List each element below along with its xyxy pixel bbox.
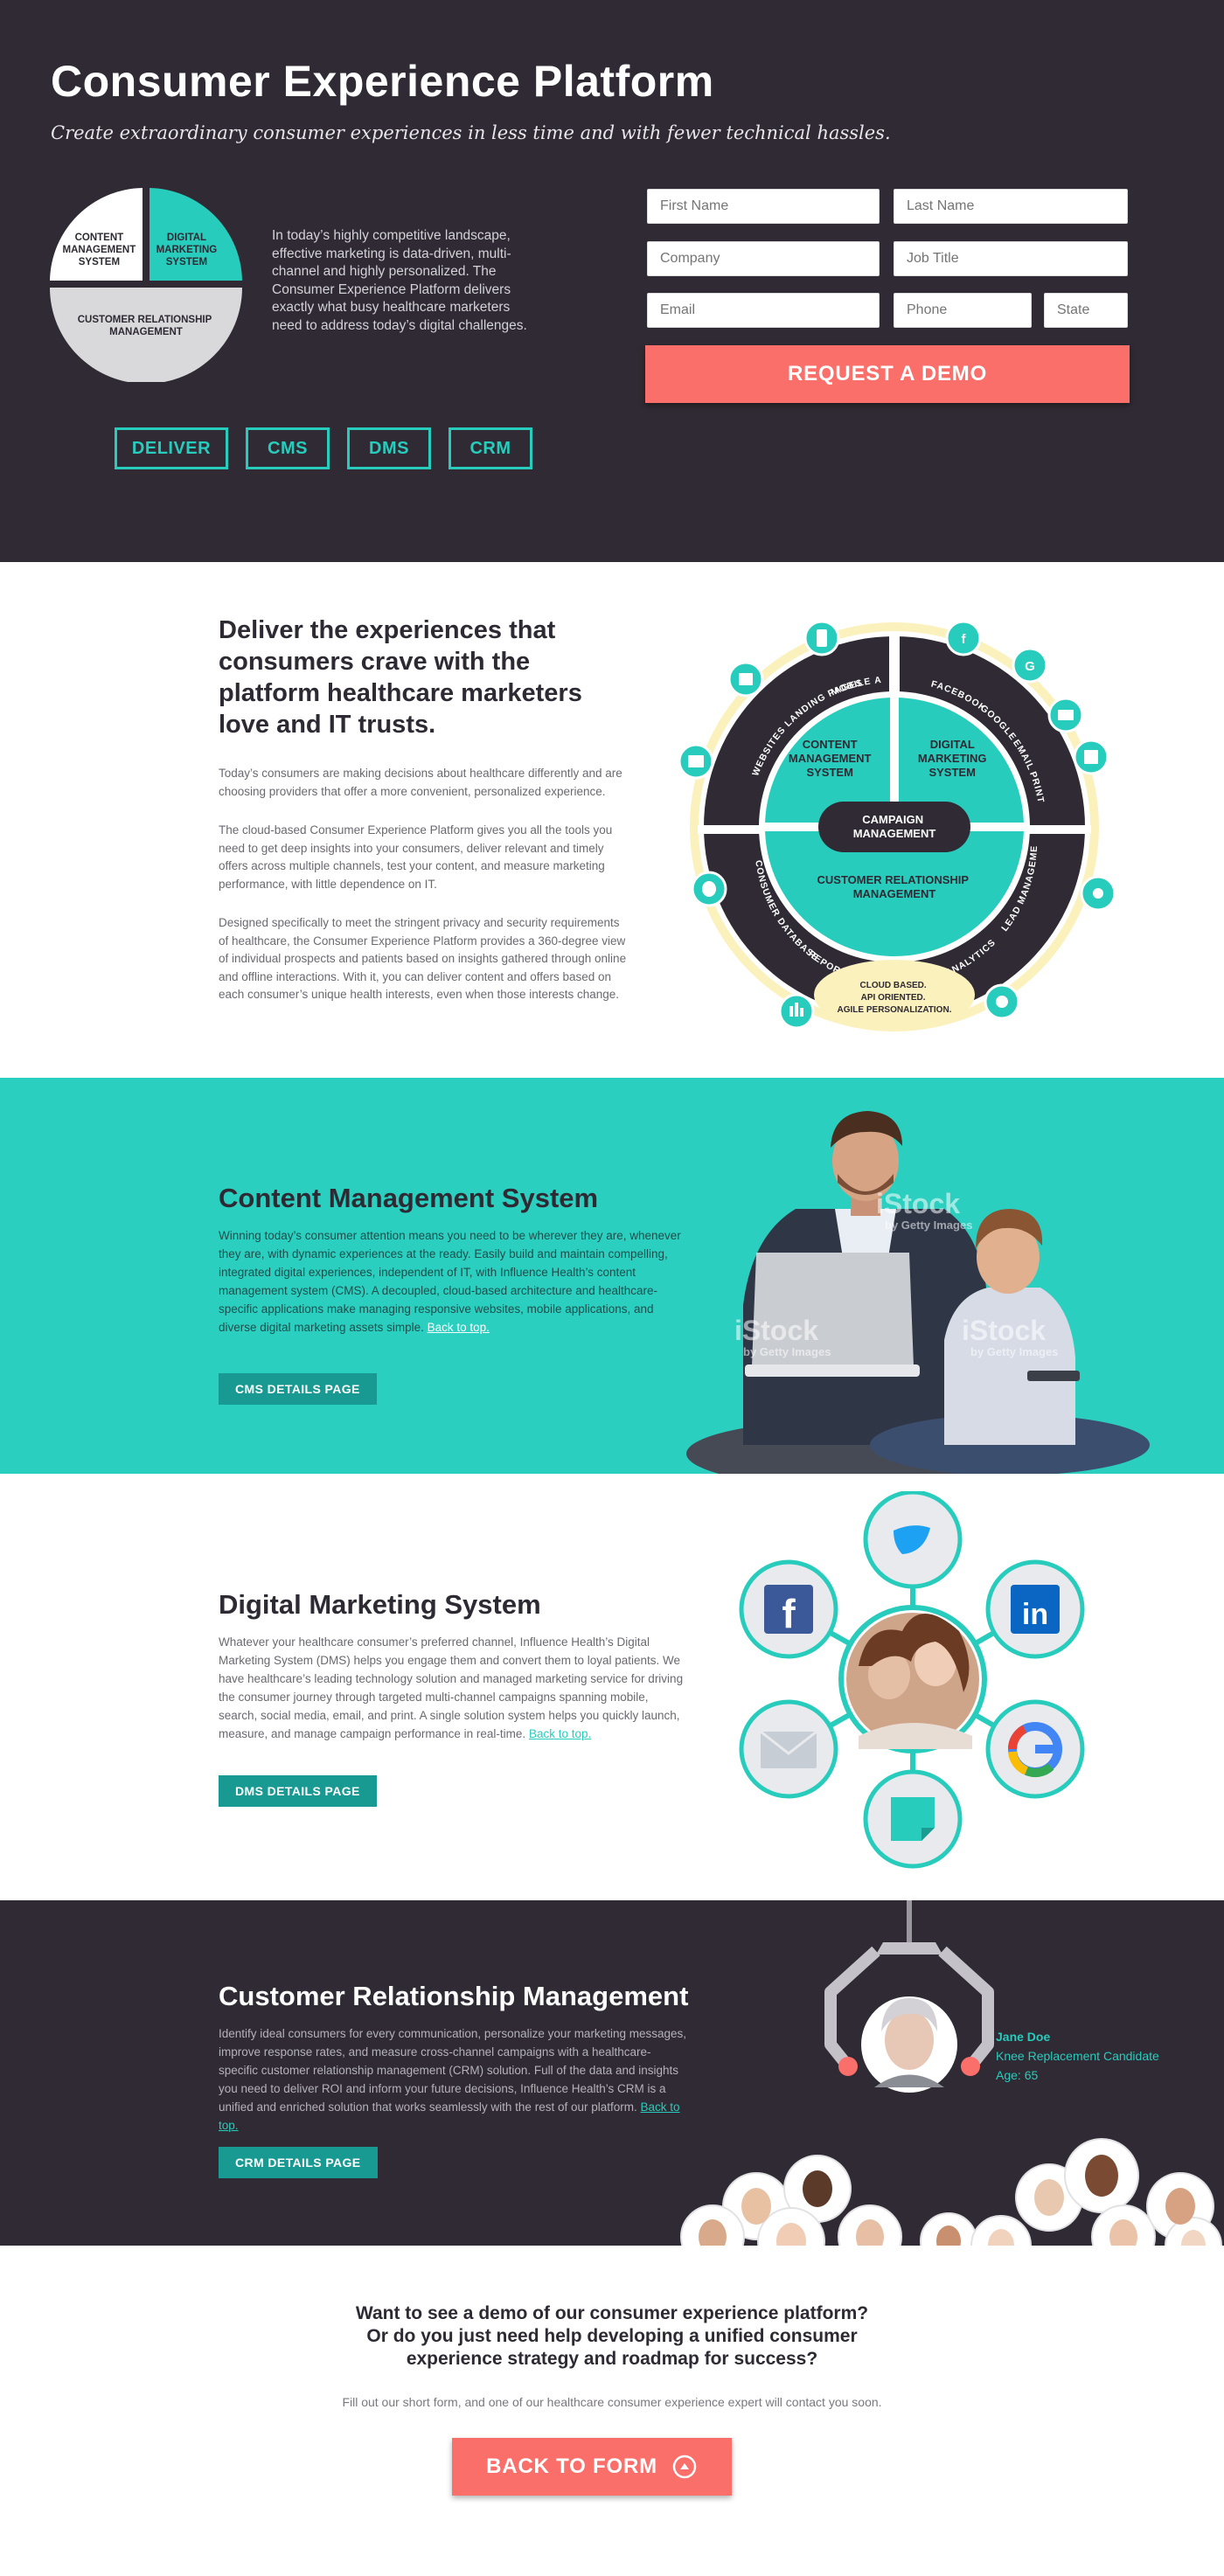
last-name-input[interactable]	[894, 189, 1128, 224]
pie-cms-label-2: MANAGEMENT	[63, 245, 136, 255]
crm-text: Identify ideal consumers for every commu…	[219, 2027, 686, 2114]
pie-dms-label-2: MARKETING	[156, 245, 218, 255]
pie-dms-label-3: SYSTEM	[166, 257, 207, 267]
deliver-paragraph-2: The cloud-based Consumer Experience Plat…	[219, 823, 613, 891]
hero-subtitle: Create extraordinary consumer experience…	[51, 122, 891, 143]
dms-channel-hub-diagram: f in	[739, 1491, 1085, 1869]
section-nav: DELIVER CMS DMS CRM	[115, 427, 532, 469]
crm-details-button[interactable]: CRM DETAILS PAGE	[219, 2147, 378, 2178]
hero-description: In today’s highly competitive landscape,…	[272, 228, 527, 333]
arrow-up-circle-icon	[672, 2454, 697, 2479]
pie-cms-label-3: SYSTEM	[79, 257, 120, 267]
profile-condition: Knee Replacement Candidate	[996, 2049, 1159, 2063]
dms-section: Digital Marketing System Whatever your h…	[0, 1474, 1224, 1900]
hero-section: Consumer Experience Platform Create extr…	[0, 0, 1224, 562]
pie-cms-label-1: CONTENT	[75, 233, 124, 243]
istock-watermark: iStock	[734, 1315, 818, 1346]
dms-back-to-top-link[interactable]: Back to top.	[529, 1727, 591, 1740]
cta-description: Fill out our short form, and one of our …	[342, 2395, 882, 2409]
svg-text:iStock: iStock	[962, 1315, 1046, 1346]
cms-section: Content Management System Winning today’…	[0, 1078, 1224, 1474]
first-name-input[interactable]	[647, 189, 880, 224]
cms-text: Winning today’s consumer attention means…	[219, 1229, 681, 1334]
platform-pie-chart: CONTENT MANAGEMENT SYSTEM DIGITAL MARKET…	[50, 188, 242, 382]
deliver-heading: Deliver the experiences that consumers c…	[219, 616, 582, 739]
back-to-form-label: BACK TO FORM	[486, 2454, 657, 2478]
pie-crm-label-1: CUSTOMER RELATIONSHIP	[78, 315, 212, 325]
pill-crm[interactable]: CRM	[449, 427, 532, 469]
cta-heading-line-1: Want to see a demo of our consumer exper…	[355, 2303, 869, 2323]
svg-text:by Getty Images: by Getty Images	[970, 1345, 1058, 1358]
deliver-paragraph-1: Today’s consumers are making decisions a…	[219, 767, 622, 798]
cta-heading-line-3: experience strategy and roadmap for succ…	[406, 2349, 818, 2369]
cms-details-button[interactable]: CMS DETAILS PAGE	[219, 1373, 377, 1405]
email-input[interactable]	[647, 293, 880, 328]
crm-claw-illustration	[824, 1900, 994, 2093]
state-input[interactable]	[1044, 293, 1128, 328]
cms-back-to-top-link[interactable]: Back to top.	[428, 1321, 490, 1334]
dms-text: Whatever your healthcare consumer’s pref…	[219, 1635, 684, 1740]
wheel-cms-label: CONTENT	[803, 738, 858, 751]
job-title-input[interactable]	[894, 241, 1128, 276]
pie-crm-label-2: MANAGEMENT	[109, 327, 183, 337]
dms-heading: Digital Marketing System	[219, 1589, 541, 1620]
svg-text:G: G	[1025, 659, 1035, 674]
request-demo-button[interactable]: REQUEST A DEMO	[645, 345, 1130, 403]
pill-deliver[interactable]: DELIVER	[115, 427, 228, 469]
platform-wheel-diagram: CAMPAIGN MANAGEMENT CONTENT MANAGEMENT S…	[671, 606, 1116, 1031]
svg-text:iStock: iStock	[876, 1188, 960, 1219]
profile-name: Jane Doe	[996, 2030, 1051, 2044]
svg-text:f: f	[782, 1591, 796, 1636]
crm-section: Customer Relationship Management Identif…	[0, 1900, 1224, 2246]
svg-text:by Getty Images: by Getty Images	[885, 1219, 972, 1232]
wheel-dms-label: DIGITAL	[930, 738, 975, 751]
pill-cms[interactable]: CMS	[246, 427, 330, 469]
profile-card: Jane Doe Knee Replacement Candidate Age:…	[996, 2027, 1159, 2085]
deliver-section: Deliver the experiences that consumers c…	[0, 562, 1224, 1078]
cms-heading: Content Management System	[219, 1183, 599, 1213]
profile-age: Age: 65	[996, 2068, 1039, 2082]
wheel-crm-label: CUSTOMER RELATIONSHIP	[817, 873, 970, 886]
cta-section: Want to see a demo of our consumer exper…	[0, 2246, 1224, 2576]
dms-details-button[interactable]: DMS DETAILS PAGE	[219, 1775, 377, 1807]
pill-dms[interactable]: DMS	[347, 427, 431, 469]
deliver-paragraph-3: Designed specifically to meet the string…	[219, 916, 627, 1001]
cms-photo-illustration: iStock by Getty Images iStock by Getty I…	[686, 1111, 1150, 1474]
back-to-form-button[interactable]: BACK TO FORM	[452, 2438, 732, 2496]
company-input[interactable]	[647, 241, 880, 276]
consumer-crowd-illustration	[680, 2138, 1222, 2246]
page-title: Consumer Experience Platform	[51, 57, 714, 106]
cms-description: Winning today’s consumer attention means…	[219, 1226, 689, 1337]
phone-input[interactable]	[894, 293, 1032, 328]
cta-heading: Want to see a demo of our consumer exper…	[0, 2302, 1224, 2371]
crm-heading: Customer Relationship Management	[219, 1981, 689, 2011]
svg-text:in: in	[1022, 1598, 1048, 1631]
svg-text:by Getty Images: by Getty Images	[743, 1345, 831, 1358]
pie-dms-label-1: DIGITAL	[167, 233, 206, 243]
crm-description: Identify ideal consumers for every commu…	[219, 2024, 689, 2135]
cta-heading-line-2: Or do you just need help developing a un…	[366, 2326, 858, 2346]
svg-text:CAMPAIGN MANAGEMENT: CAMPAIGN MANAGEMENT	[853, 813, 936, 840]
dms-description: Whatever your healthcare consumer’s pref…	[219, 1633, 689, 1743]
